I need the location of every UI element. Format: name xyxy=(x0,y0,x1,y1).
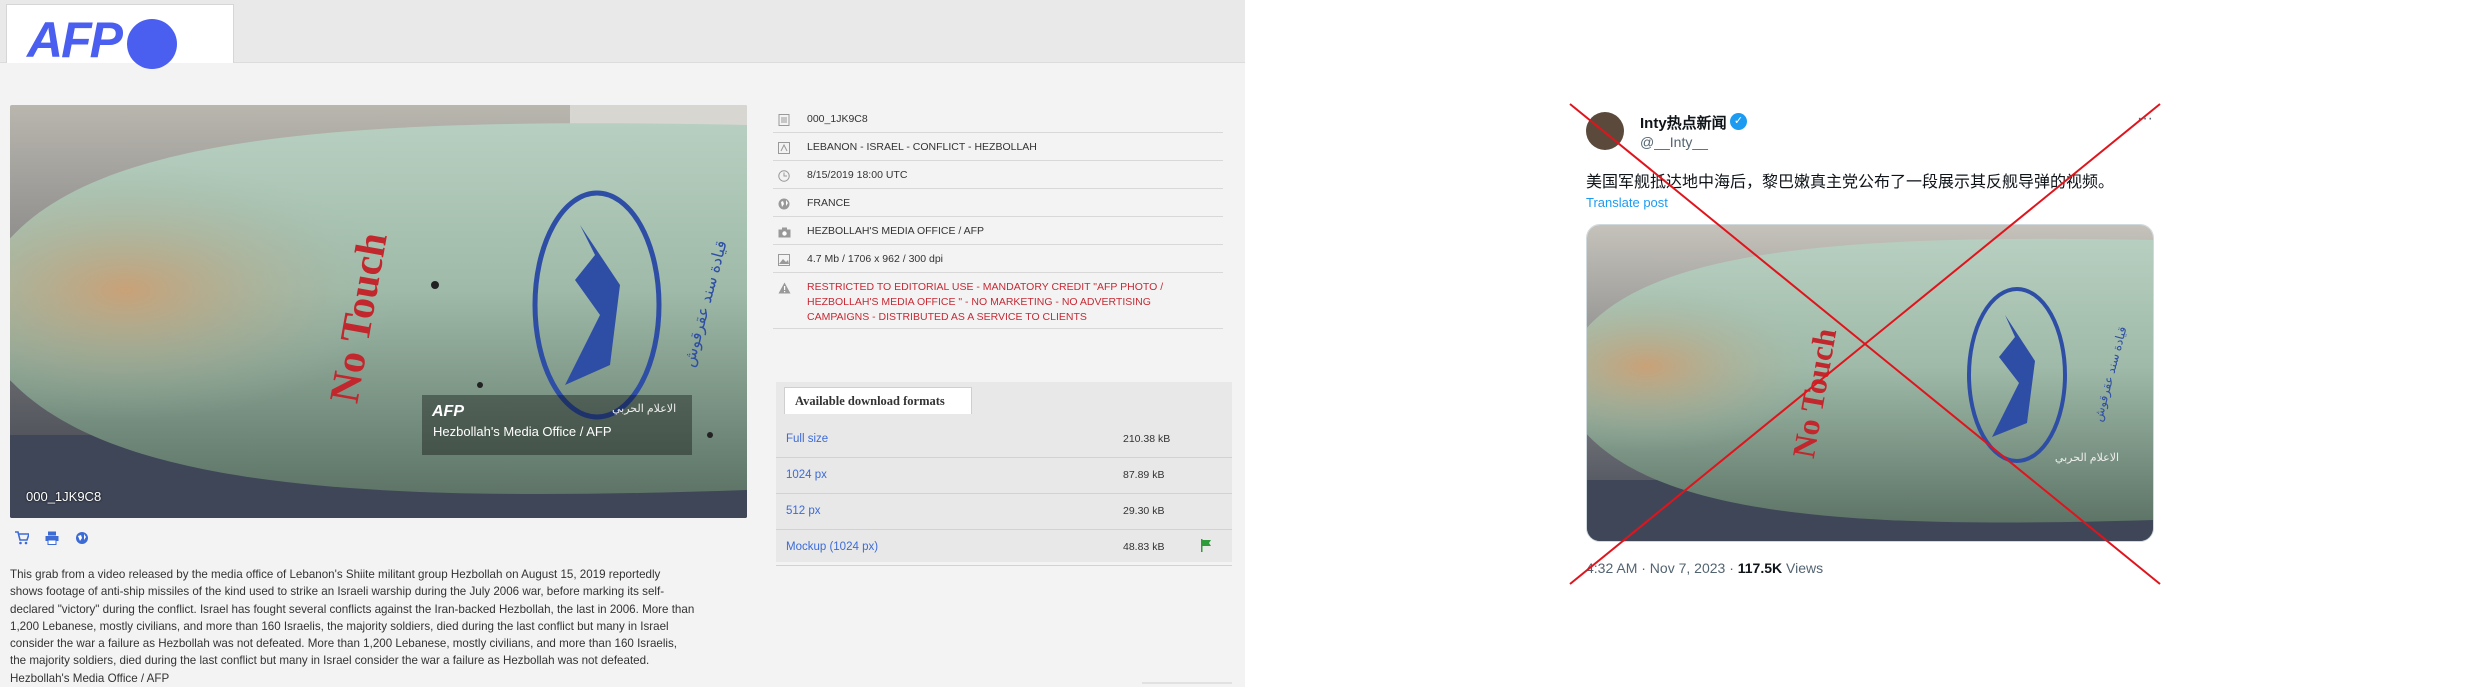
afp-page: AFP No Touch قيادة سند عقرقوش 000_1JK9C8… xyxy=(0,0,1245,687)
globe-icon xyxy=(776,196,792,212)
main-photo[interactable]: No Touch قيادة سند عقرقوش xyxy=(10,105,747,518)
file-icon xyxy=(776,112,792,128)
meta-restrictions: RESTRICTED TO EDITORIAL USE - MANDATORY … xyxy=(773,273,1223,329)
afp-logo[interactable]: AFP xyxy=(27,15,123,65)
meta-country: FRANCE xyxy=(773,189,1223,217)
download-row-512[interactable]: 512 px 29.30 kB xyxy=(776,494,1232,530)
camera-icon xyxy=(776,224,792,240)
globe-icon[interactable] xyxy=(74,530,90,546)
download-row-mockup[interactable]: Mockup (1024 px) 48.83 kB xyxy=(776,530,1232,566)
caption-line: the majority soldiers, died during the l… xyxy=(10,654,650,668)
title-icon xyxy=(776,140,792,156)
afp-header: AFP xyxy=(0,0,1245,69)
photo-metadata: 000_1JK9C8 LEBANON - ISRAEL - CONFLICT -… xyxy=(773,105,1223,329)
caption-line: shows footage of anti-ship missiles of t… xyxy=(10,585,665,599)
afp-logo-dot xyxy=(127,19,177,69)
download-list: Full size 210.38 kB 1024 px 87.89 kB 512… xyxy=(776,422,1232,566)
download-size: 210.38 kB xyxy=(1123,433,1171,445)
download-link[interactable]: Full size xyxy=(786,433,828,445)
download-size: 48.83 kB xyxy=(1123,541,1165,553)
divider xyxy=(1142,682,1232,684)
caption-line: 1,200 Lebanese, mostly civilians, and mo… xyxy=(10,619,669,633)
missile-image: No Touch قيادة سند عقرقوش xyxy=(10,105,747,518)
print-icon[interactable] xyxy=(44,530,60,546)
caption-line: This grab from a video released by the m… xyxy=(10,568,661,581)
warning-icon xyxy=(776,280,792,296)
restriction-line: CAMPAIGNS - DISTRIBUTED AS A SERVICE TO … xyxy=(807,311,1087,323)
afp-logo-tab[interactable]: AFP xyxy=(6,4,234,69)
meta-title-text: LEBANON - ISRAEL - CONFLICT - HEZBOLLAH xyxy=(807,141,1037,153)
download-size: 29.30 kB xyxy=(1123,505,1165,517)
meta-filesize-text: 4.7 Mb / 1706 x 962 / 300 dpi xyxy=(807,253,944,265)
meta-restrictions-text: RESTRICTED TO EDITORIAL USE - MANDATORY … xyxy=(807,280,1163,325)
download-size: 87.89 kB xyxy=(1123,469,1165,481)
watermark-arabic: الاعلام الحربي xyxy=(612,403,677,415)
caption-line: declared "victory" during the conflict. … xyxy=(10,602,695,616)
download-row-full-size[interactable]: Full size 210.38 kB xyxy=(776,422,1232,458)
download-formats-panel: Available download formats Full size 210… xyxy=(776,382,1232,566)
watermark-credit: Hezbollah's Media Office / AFP xyxy=(433,424,612,439)
meta-id: 000_1JK9C8 xyxy=(773,105,1223,133)
meta-credit-text: HEZBOLLAH'S MEDIA OFFICE / AFP xyxy=(807,225,985,237)
restriction-line: RESTRICTED TO EDITORIAL USE - MANDATORY … xyxy=(807,281,1164,293)
image-icon xyxy=(776,252,792,268)
caption-credit: Hezbollah's Media Office / AFP xyxy=(10,671,170,685)
photo-actions xyxy=(14,530,90,546)
clock-icon xyxy=(776,168,792,184)
download-row-1024[interactable]: 1024 px 87.89 kB xyxy=(776,458,1232,494)
download-link[interactable]: Mockup (1024 px) xyxy=(786,541,878,553)
download-link[interactable]: 512 px xyxy=(786,505,821,517)
meta-filesize: 4.7 Mb / 1706 x 962 / 300 dpi xyxy=(773,245,1223,273)
caption-line: consider the war a failure as Hezbollah … xyxy=(10,637,678,651)
cart-icon[interactable] xyxy=(14,530,30,546)
flag-icon[interactable] xyxy=(1200,539,1212,555)
tab-download-formats[interactable]: Available download formats xyxy=(784,387,972,414)
restriction-line: HEZBOLLAH'S MEDIA OFFICE " - NO MARKETIN… xyxy=(807,296,1151,308)
meta-country-text: FRANCE xyxy=(807,197,851,209)
meta-credit: HEZBOLLAH'S MEDIA OFFICE / AFP xyxy=(773,217,1223,245)
meta-id-text: 000_1JK9C8 xyxy=(807,113,868,125)
fake-cross-mark xyxy=(1569,103,2161,585)
photo-caption: This grab from a video released by the m… xyxy=(10,566,750,687)
meta-date: 8/15/2019 18:00 UTC xyxy=(773,161,1223,189)
download-link[interactable]: 1024 px xyxy=(786,469,827,481)
watermark-logo: AFP xyxy=(432,403,464,420)
meta-date-text: 8/15/2019 18:00 UTC xyxy=(807,169,908,181)
photo-id-overlay: 000_1JK9C8 xyxy=(26,489,102,504)
meta-title: LEBANON - ISRAEL - CONFLICT - HEZBOLLAH xyxy=(773,133,1223,161)
